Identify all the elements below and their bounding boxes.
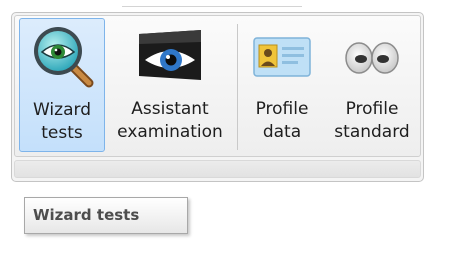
- ribbon-panel: Wizard tests Assistant examination Profi…: [11, 12, 424, 182]
- profile-data-button[interactable]: Profile data: [243, 18, 321, 152]
- profile-standard-label: Profile standard: [334, 99, 410, 142]
- eye-camera-icon: [139, 30, 201, 80]
- profile-data-label: Profile data: [255, 99, 309, 142]
- magnifier-eye-icon: [34, 27, 94, 88]
- assistant-examination-button[interactable]: Assistant examination: [109, 18, 231, 152]
- ribbon-separator: [237, 24, 238, 150]
- wizard-tests-button[interactable]: Wizard tests: [19, 18, 105, 152]
- eyes-icon: [345, 42, 399, 74]
- ribbon-group: Wizard tests Assistant examination Profi…: [14, 15, 421, 157]
- profile-standard-button[interactable]: Profile standard: [325, 18, 419, 152]
- window-top-divider: [122, 6, 302, 7]
- tooltip: Wizard tests: [24, 197, 188, 234]
- assistant-examination-label: Assistant examination: [117, 99, 223, 142]
- id-card-icon: [253, 37, 311, 77]
- wizard-tests-label: Wizard tests: [33, 100, 91, 143]
- ribbon-group-caption-bar: [14, 160, 421, 178]
